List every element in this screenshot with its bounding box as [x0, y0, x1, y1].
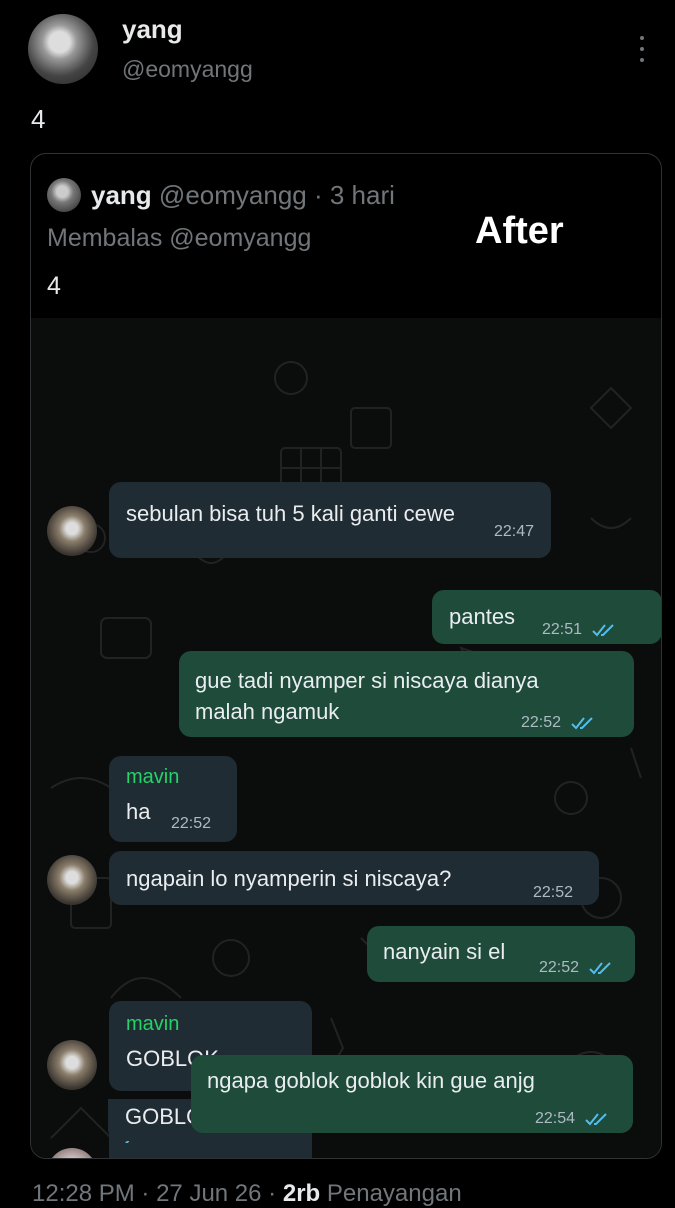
message-time: 22:52	[521, 714, 562, 731]
message-text: ngapain lo nyamperin si niscaya?	[126, 866, 452, 891]
sender-name-mavin[interactable]: mavin	[126, 1011, 179, 1037]
message-time-with-ticks: 22:51	[542, 614, 617, 645]
message-text-line-1: gue tadi nyamper si niscaya dianya	[195, 668, 539, 693]
message-time: 22:52	[539, 959, 580, 976]
message-outgoing[interactable]: nanyain si el 22:52	[367, 926, 635, 982]
sender-name-jemian[interactable]: jemian	[126, 1120, 185, 1146]
message-text: ha	[126, 799, 151, 824]
quoted-separator: ·	[313, 180, 323, 210]
quoted-author-name: yang	[91, 180, 152, 210]
author-handle[interactable]: @eomyangg	[122, 56, 253, 83]
contact-avatar-mavin[interactable]	[47, 855, 97, 905]
message-time: 22:47	[493, 523, 534, 540]
quoted-reply-to: Membalas @eomyangg	[47, 224, 312, 252]
tweet-footer: 12:28 PM · 27 Jun 26 · 2rb Penayangan	[32, 1180, 462, 1208]
message-incoming[interactable]: ngapain lo nyamperin si niscaya? 22:52	[109, 851, 599, 905]
quoted-tweet-card[interactable]: yang @eomyangg · 3 hari Membalas @eomyan…	[30, 153, 662, 1159]
message-time-with-ticks: 22:52	[539, 952, 614, 983]
message-time: 22:52	[171, 815, 212, 832]
contact-avatar-mavin[interactable]	[47, 1040, 97, 1090]
quoted-text: 4	[47, 272, 61, 300]
quoted-time: 3 hari	[329, 180, 395, 210]
message-time: 22:52	[533, 884, 574, 901]
card-bottom-spacer	[30, 1153, 660, 1157]
author-avatar[interactable]	[28, 14, 98, 84]
contact-avatar-mavin[interactable]	[47, 506, 97, 556]
quoted-avatar	[47, 178, 81, 212]
message-incoming[interactable]: mavin ha 22:52	[109, 756, 237, 842]
after-overlay-label: After	[475, 210, 564, 252]
message-time-with-ticks: 22:52	[521, 707, 596, 738]
views-count: 2rb	[282, 1180, 321, 1207]
footer-separator: ·	[141, 1180, 150, 1207]
message-incoming[interactable]: jemian	[109, 1110, 312, 1158]
more-options-icon[interactable]	[636, 36, 648, 62]
post-time[interactable]: 12:28 PM	[32, 1180, 135, 1207]
message-text: nanyain si el	[383, 939, 506, 964]
views-label: Penayangan	[326, 1180, 462, 1207]
post-date[interactable]: 27 Jun 26	[156, 1180, 261, 1207]
message-text-line-2: malah ngamuk	[195, 699, 340, 724]
message-time: 22:53	[245, 1064, 286, 1081]
author-name[interactable]: yang	[122, 14, 183, 45]
quoted-meta: yang @eomyangg · 3 hari	[91, 180, 395, 211]
read-ticks-icon	[588, 962, 611, 975]
message-outgoing[interactable]: gue tadi nyamper si niscaya dianya malah…	[179, 651, 634, 737]
tweet-text: 4	[31, 104, 46, 134]
message-incoming[interactable]: sebulan bisa tuh 5 kali ganti cewe 22:47	[109, 482, 551, 558]
message-text: sebulan bisa tuh 5 kali ganti cewe	[126, 501, 455, 526]
message-outgoing[interactable]: pantes 22:51	[432, 590, 661, 644]
footer-separator: ·	[268, 1180, 277, 1207]
chat-screenshot[interactable]: sebulan bisa tuh 5 kali ganti cewe 22:47…	[31, 318, 661, 1158]
quoted-author-handle: @eomyangg	[158, 180, 307, 210]
message-text: GOBLOK	[126, 1046, 219, 1071]
message-time: 22:51	[542, 621, 583, 638]
sender-name-mavin[interactable]: mavin	[126, 764, 179, 790]
read-ticks-icon	[591, 624, 614, 637]
message-incoming[interactable]: mavin GOBLOK 22:53	[109, 1001, 312, 1091]
read-ticks-icon	[570, 717, 593, 730]
message-text: pantes	[449, 604, 516, 629]
